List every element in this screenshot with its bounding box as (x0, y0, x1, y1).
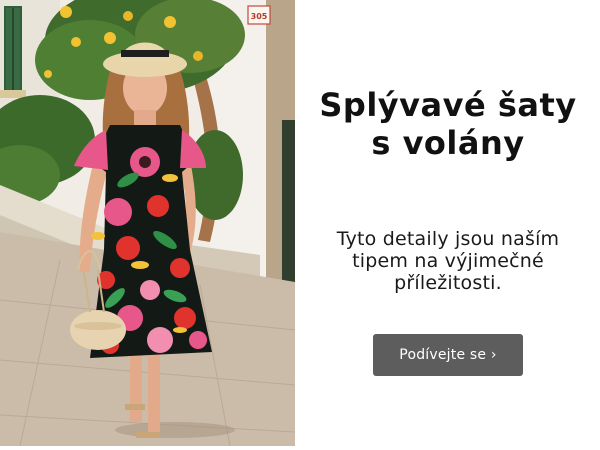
description: Tyto detaily jsou naším tipem na výjimeč… (296, 228, 600, 294)
promo-content: Splývavé šaty s volány Tyto detaily jsou… (296, 0, 600, 450)
description-line-1: Tyto detaily jsou naším (336, 228, 560, 250)
promo-banner[interactable]: 305 Splývavé šaty s volány Tyto detaily … (0, 0, 600, 450)
headline-line-2: s volány (371, 124, 525, 162)
description-line-2: tipem na výjimečné (352, 250, 544, 272)
view-more-button-label: Podívejte se › (399, 347, 497, 363)
description-line-3: příležitosti. (394, 272, 502, 294)
view-more-button[interactable]: Podívejte se › (373, 334, 523, 376)
wall-sign-text: 305 (251, 12, 268, 21)
headline-line-1: Splývavé šaty (319, 86, 577, 124)
headline: Splývavé šaty s volány (296, 86, 600, 162)
model-photo-illustration: 305 (0, 0, 295, 446)
model-photo[interactable]: 305 (0, 0, 295, 446)
